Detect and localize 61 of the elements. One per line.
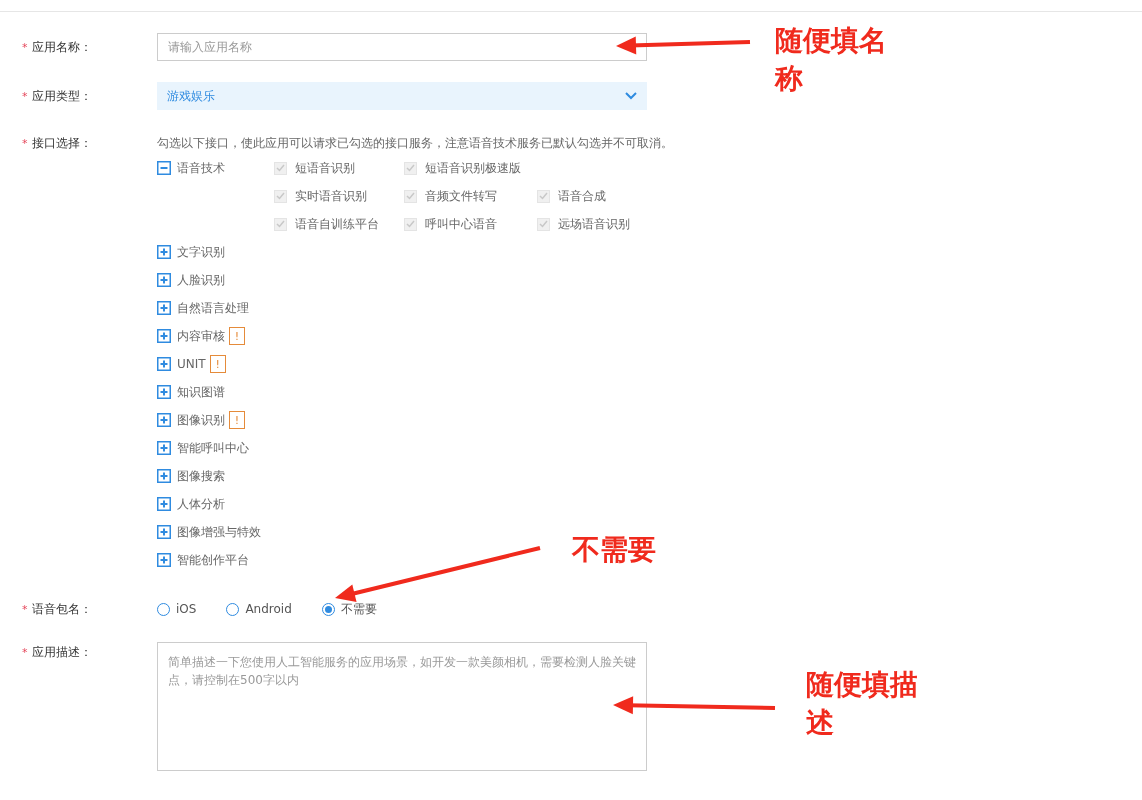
warning-badge: !	[209, 355, 226, 373]
checkbox-label: 远场语音识别	[558, 215, 630, 233]
required-mark: *	[22, 40, 28, 54]
field-label: 应用类型：	[31, 87, 92, 105]
api-category: 智能创作平台	[177, 551, 249, 569]
checkbox-label: 呼叫中心语音	[425, 215, 497, 233]
app-type-select[interactable]: 游戏娱乐	[157, 82, 647, 110]
expand-icon[interactable]	[157, 273, 171, 287]
expand-icon[interactable]	[157, 245, 171, 259]
field-label: 应用名称：	[31, 38, 92, 56]
warning-badge: !	[229, 411, 245, 429]
api-category: 内容审核	[177, 327, 225, 345]
chevron-down-icon	[625, 92, 637, 100]
field-label: 语音包名：	[31, 600, 92, 618]
checkbox-label: 音频文件转写	[425, 187, 497, 205]
expand-icon[interactable]	[157, 329, 171, 343]
required-mark: *	[22, 602, 28, 616]
expand-icon[interactable]	[157, 497, 171, 511]
field-label: 应用描述：	[31, 643, 92, 661]
annotation-text: 随便填名称	[775, 23, 888, 97]
collapse-icon[interactable]	[157, 161, 171, 175]
api-category: 语音技术	[177, 159, 225, 177]
expand-icon[interactable]	[157, 469, 171, 483]
api-category: 智能呼叫中心	[177, 439, 249, 457]
radio-label: 不需要	[340, 600, 377, 618]
radio-button[interactable]	[226, 602, 240, 616]
radio-label: Android	[245, 602, 292, 616]
annotation-text: 不需要	[572, 532, 657, 568]
api-category: 人脸识别	[177, 271, 225, 289]
expand-icon[interactable]	[157, 357, 171, 371]
api-category: 人体分析	[177, 495, 225, 513]
api-category: 图像识别	[177, 411, 225, 429]
api-category: UNIT	[177, 357, 206, 371]
checkbox-label: 短语音识别极速版	[425, 159, 521, 177]
checkbox-label: 语音自训练平台	[295, 215, 379, 233]
expand-icon[interactable]	[157, 553, 171, 567]
api-category: 自然语言处理	[177, 299, 249, 317]
api-category: 文字识别	[177, 243, 225, 261]
expand-icon[interactable]	[157, 301, 171, 315]
required-mark: *	[22, 645, 28, 659]
radio-button[interactable]	[321, 602, 335, 616]
required-mark: *	[22, 136, 28, 150]
expand-icon[interactable]	[157, 385, 171, 399]
annotation-text: 随便填描述	[806, 667, 919, 741]
warning-badge: !	[229, 327, 245, 345]
app-name-input[interactable]: 请输入应用名称	[157, 33, 647, 61]
radio-button[interactable]	[157, 602, 170, 616]
description-textarea[interactable]: 简单描述一下您使用人工智能服务的应用场景，如开发一款美颜相机，需要检测人脸关键点，请控制在500字以内	[157, 642, 647, 771]
expand-icon[interactable]	[157, 525, 171, 539]
expand-icon[interactable]	[157, 413, 171, 427]
checkbox-label: 实时语音识别	[295, 187, 367, 205]
checkbox-label: 短语音识别	[295, 159, 355, 177]
radio-label: iOS	[176, 602, 197, 616]
checkbox-label: 语音合成	[558, 187, 606, 205]
api-hint: 勾选以下接口，使此应用可以请求已勾选的接口服务，注意语音技术服务已默认勾选并不可取消。	[157, 135, 673, 151]
expand-icon[interactable]	[157, 441, 171, 455]
api-category: 图像搜索	[177, 467, 225, 485]
required-mark: *	[22, 89, 28, 103]
field-label: 接口选择：	[31, 134, 92, 152]
api-category: 图像增强与特效	[177, 523, 261, 541]
api-category: 知识图谱	[177, 383, 225, 401]
